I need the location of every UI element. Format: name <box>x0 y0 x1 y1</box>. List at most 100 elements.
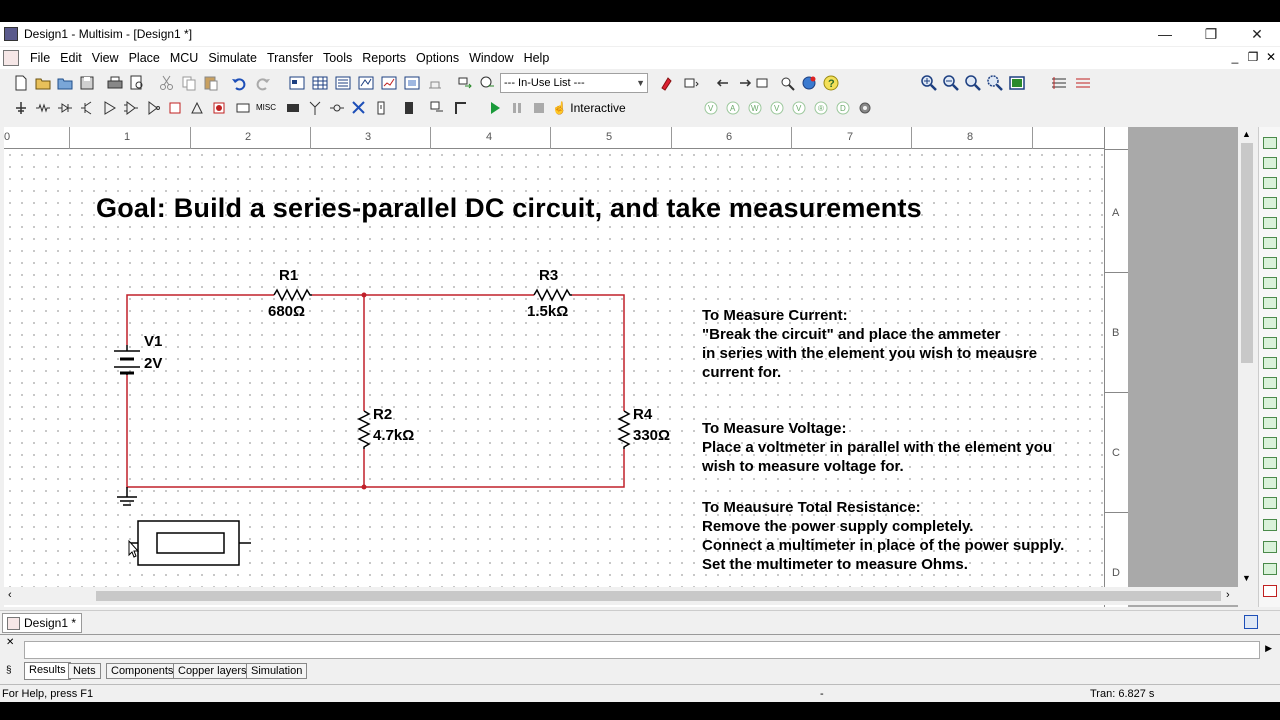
probe-voltage-icon[interactable]: V <box>702 99 720 117</box>
magnifier-icon[interactable] <box>778 74 796 92</box>
menu-file[interactable]: File <box>25 51 55 65</box>
zoom-area-icon[interactable] <box>964 74 982 92</box>
place-indicator-icon[interactable] <box>210 99 228 117</box>
menu-transfer[interactable]: Transfer <box>262 51 318 65</box>
wattmeter-icon[interactable] <box>1263 177 1277 189</box>
four-channel-oscilloscope-icon[interactable] <box>1263 217 1277 229</box>
probe-current-icon[interactable]: A <box>724 99 742 117</box>
horizontal-scrollbar[interactable]: ‹ › <box>4 587 1238 605</box>
tab-components[interactable]: Components <box>106 663 179 679</box>
place-source-icon[interactable] <box>12 99 30 117</box>
place-connectors-icon[interactable] <box>372 99 390 117</box>
new-file-icon[interactable] <box>12 74 30 92</box>
panel-pin-icon[interactable]: § <box>6 665 12 676</box>
menu-place[interactable]: Place <box>124 51 165 65</box>
scroll-right-icon[interactable]: › <box>1226 589 1230 601</box>
network-analyzer-icon[interactable] <box>1263 397 1277 409</box>
chevron-right-icon[interactable]: ▶ <box>1265 643 1272 654</box>
agilent-multimeter-icon[interactable] <box>1263 437 1277 449</box>
open-sample-icon[interactable] <box>56 74 74 92</box>
spreadsheet-view-icon[interactable] <box>311 74 329 92</box>
iv-analyzer-icon[interactable] <box>1263 337 1277 349</box>
place-cmos-icon[interactable] <box>144 99 162 117</box>
save-icon[interactable] <box>78 74 96 92</box>
multimeter-instrument-icon[interactable] <box>1263 137 1277 149</box>
hierarchy-icon[interactable] <box>288 74 306 92</box>
resistor-r3[interactable] <box>533 288 572 302</box>
menu-window[interactable]: Window <box>464 51 518 65</box>
mdi-close-button[interactable]: ✕ <box>1262 47 1280 67</box>
horizontal-scroll-thumb[interactable] <box>96 591 1221 601</box>
menu-tools[interactable]: Tools <box>318 51 357 65</box>
postprocessor-icon[interactable] <box>403 74 421 92</box>
grapher-icon[interactable] <box>380 74 398 92</box>
spreadsheet-results-field[interactable] <box>24 641 1260 659</box>
mdi-minimize-button[interactable]: _ <box>1226 47 1244 67</box>
tab-results[interactable]: Results <box>24 662 71 680</box>
globe-icon[interactable] <box>800 74 818 92</box>
logic-analyzer-icon[interactable] <box>1263 317 1277 329</box>
place-ttl-icon[interactable] <box>122 99 140 117</box>
logic-converter-icon[interactable] <box>1263 297 1277 309</box>
run-simulation-icon[interactable] <box>486 99 504 117</box>
document-icon[interactable] <box>3 50 19 66</box>
redo-icon[interactable] <box>254 74 272 92</box>
tab-nets[interactable]: Nets <box>68 663 101 679</box>
place-misc-digital-icon[interactable] <box>166 99 184 117</box>
pause-simulation-icon[interactable] <box>508 99 526 117</box>
place-power-icon[interactable] <box>234 99 252 117</box>
in-use-list-dropdown[interactable]: --- In-Use List --- ▼ <box>500 73 648 93</box>
mdi-restore-button[interactable]: ❐ <box>1244 47 1262 67</box>
resistor-r4[interactable] <box>617 410 631 449</box>
panel-toggle-icon[interactable] <box>1244 615 1258 629</box>
zoom-out-icon[interactable] <box>942 74 960 92</box>
show-border-icon[interactable] <box>1074 74 1092 92</box>
menu-edit[interactable]: Edit <box>55 51 87 65</box>
find-examples-icon[interactable] <box>658 74 676 92</box>
show-hide-grid-icon[interactable] <box>1050 74 1068 92</box>
probe-reference-icon[interactable]: ® <box>812 99 830 117</box>
place-advanced-peripherals-icon[interactable] <box>284 99 302 117</box>
database-icon[interactable] <box>334 74 352 92</box>
place-rf-icon[interactable] <box>306 99 324 117</box>
place-analog-icon[interactable] <box>100 99 118 117</box>
scroll-up-icon[interactable]: ▲ <box>1242 129 1251 139</box>
help-icon[interactable]: ? <box>822 74 840 92</box>
cut-icon[interactable] <box>158 74 176 92</box>
resistor-r2[interactable] <box>357 410 371 449</box>
place-mixed-icon[interactable] <box>188 99 206 117</box>
probe-voltage-current-icon[interactable]: V <box>790 99 808 117</box>
place-ni-components-icon[interactable] <box>350 99 368 117</box>
export-icon[interactable] <box>754 74 772 92</box>
distortion-analyzer-icon[interactable] <box>1263 357 1277 369</box>
menu-reports[interactable]: Reports <box>357 51 411 65</box>
back-annotate-icon[interactable] <box>714 74 732 92</box>
close-button[interactable]: ✕ <box>1234 22 1280 46</box>
transfer-to-ultiboard-icon[interactable] <box>456 74 474 92</box>
probe-digital-icon[interactable]: D <box>834 99 852 117</box>
tab-copper-layers[interactable]: Copper layers <box>173 663 252 679</box>
forward-annotate-icon[interactable] <box>478 74 496 92</box>
minimize-button[interactable]: — <box>1142 22 1188 46</box>
place-diode-icon[interactable] <box>56 99 74 117</box>
tektronix-oscilloscope-icon[interactable] <box>1263 477 1277 489</box>
frequency-counter-icon[interactable] <box>1263 257 1277 269</box>
component-wizard-icon[interactable] <box>357 74 375 92</box>
current-probe-icon[interactable] <box>1263 541 1277 553</box>
probe-differential-icon[interactable]: V <box>768 99 786 117</box>
restore-button[interactable]: ❐ <box>1188 22 1234 46</box>
oscilloscope-icon[interactable] <box>1263 197 1277 209</box>
agilent-generator-icon[interactable] <box>1263 417 1277 429</box>
place-electromechanical-icon[interactable] <box>328 99 346 117</box>
zoom-in-icon[interactable] <box>920 74 938 92</box>
menu-view[interactable]: View <box>87 51 124 65</box>
menu-mcu[interactable]: MCU <box>165 51 203 65</box>
annotate-icon[interactable] <box>736 74 754 92</box>
menu-simulate[interactable]: Simulate <box>203 51 262 65</box>
panel-close-icon[interactable]: ✕ <box>6 637 14 648</box>
vertical-scroll-thumb[interactable] <box>1241 143 1253 363</box>
ground-symbol[interactable] <box>117 487 137 506</box>
probe-settings-icon[interactable] <box>682 74 700 92</box>
place-hierarchical-block-icon[interactable] <box>428 99 446 117</box>
battery-v1[interactable] <box>114 345 140 375</box>
